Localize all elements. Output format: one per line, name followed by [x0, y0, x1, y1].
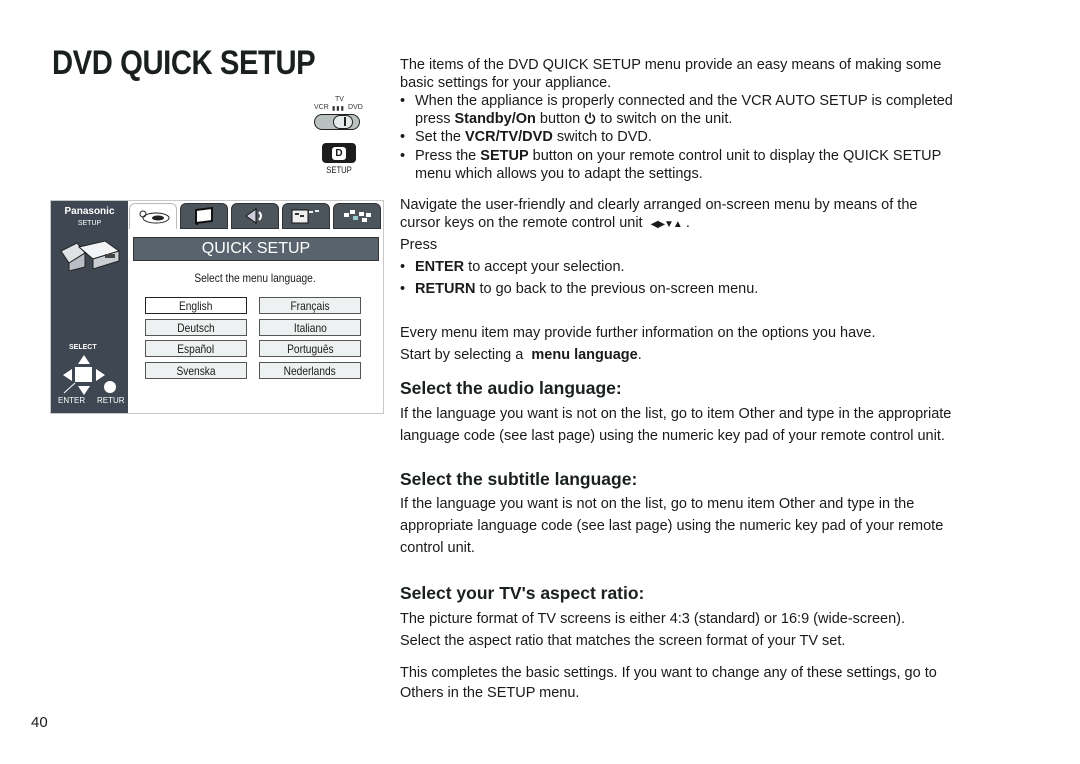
- bullet-dot: •: [400, 93, 406, 109]
- bullet-text: press: [415, 111, 455, 127]
- switch-name: VCR/TV/DVD: [464, 129, 553, 145]
- osd-tab-display[interactable]: [282, 203, 330, 229]
- screen-icon: [195, 207, 213, 225]
- bullet-text: button on your remote control unit to di…: [528, 148, 942, 164]
- navigate-text: cursor keys on the remote control unit: [400, 215, 643, 231]
- language-option-deutsch[interactable]: Deutsch: [145, 319, 247, 336]
- page-number: 40: [31, 714, 48, 731]
- enter-key-name: ENTER: [415, 259, 465, 275]
- bullet-text: Set the: [415, 129, 465, 145]
- cursor-arrows-icon: ◀▶▼▲: [650, 219, 683, 230]
- osd-enter-label: ENTER: [58, 396, 86, 405]
- bullet-text: to accept your selection.: [464, 259, 625, 275]
- audio-language-heading: Select the audio language:: [400, 378, 622, 398]
- language-option-espanol[interactable]: Español: [145, 340, 247, 357]
- closing-text: This completes the basic settings. If yo…: [400, 665, 937, 681]
- bullet-dot: •: [400, 259, 406, 275]
- start-text-part: .: [637, 347, 642, 363]
- osd-sidebar: Panasonic SETUP SELECT ENTER RETUR: [51, 201, 128, 413]
- start-text-part: Start by selecting a: [400, 347, 532, 363]
- navigate-text-line: Navigate the user-friendly and clearly a…: [400, 197, 918, 213]
- bullet-text: When the appliance is properly connected…: [415, 93, 953, 109]
- bullet-text: menu which allows you to adapt the setti…: [415, 166, 703, 182]
- osd-return-label: RETUR: [97, 396, 125, 405]
- bullet-text: button: [535, 111, 585, 127]
- other-settings-icon: [344, 210, 371, 222]
- osd-tab-others[interactable]: [333, 203, 381, 229]
- audio-language-text: If the language you want is not on the l…: [400, 406, 952, 422]
- switch-label-dvd: DVD: [348, 104, 363, 111]
- vcr-tv-dvd-switch-illustration: TV VCR ▮▮▮ DVD: [312, 96, 364, 132]
- osd-tab-bar: [129, 203, 383, 229]
- language-option-portugues[interactable]: Português: [259, 340, 361, 357]
- speaker-icon: [245, 208, 262, 224]
- switch-knob: [333, 115, 353, 129]
- aspect-ratio-heading: Select your TV's aspect ratio:: [400, 583, 645, 603]
- press-label: Press: [400, 237, 438, 253]
- language-option-label: Français: [290, 299, 330, 313]
- osd-tab-audio[interactable]: [231, 203, 279, 229]
- language-option-label: Svenska: [176, 364, 216, 378]
- aspect-ratio-text: Select the aspect ratio that matches the…: [400, 633, 846, 649]
- audio-language-text: language code (see last page) using the …: [400, 428, 945, 444]
- navigate-text: .: [681, 215, 690, 231]
- osd-brand-sub: SETUP: [77, 220, 102, 227]
- switch-track: [314, 114, 360, 130]
- cursor-keys-icon: [63, 355, 116, 395]
- disc-icon: [139, 210, 170, 223]
- language-option-svenska[interactable]: Svenska: [145, 362, 247, 379]
- standby-on-key-name: Standby/On: [454, 111, 536, 127]
- osd-tab-screen[interactable]: [180, 203, 228, 229]
- display-menu-icon: [291, 209, 319, 224]
- setup-key-name: SETUP: [480, 148, 529, 164]
- bullet-dot: •: [400, 281, 406, 297]
- language-option-label: Deutsch: [177, 321, 215, 335]
- setup-key-glyph: D: [332, 146, 346, 160]
- switch-label-tv: TV: [335, 96, 344, 103]
- aspect-ratio-text: The picture format of TV screens is eith…: [400, 611, 906, 627]
- osd-prompt: Select the menu language.: [194, 271, 316, 285]
- switch-ticks: ▮▮▮: [332, 106, 345, 112]
- quick-setup-osd-screenshot: Panasonic SETUP SELECT ENTER RETUR QUICK…: [50, 200, 384, 414]
- subtitle-language-text: control unit.: [400, 540, 475, 556]
- closing-text: Others in the SETUP menu.: [400, 685, 580, 701]
- return-key-name: RETURN: [415, 281, 476, 297]
- dvd-player-icon: [60, 240, 121, 271]
- intro-text-line: basic settings for your appliance.: [400, 75, 612, 91]
- language-option-nederlands[interactable]: Nederlands: [259, 362, 361, 379]
- bullet-dot: •: [400, 148, 406, 164]
- menu-language-term: menu language: [531, 347, 638, 363]
- osd-tab-disc[interactable]: [129, 203, 177, 229]
- bullet-text: switch to DVD.: [552, 129, 652, 145]
- switch-label-vcr: VCR: [314, 104, 329, 111]
- subtitle-language-text: If the language you want is not on the l…: [400, 496, 915, 512]
- power-icon: [584, 111, 596, 124]
- osd-header: QUICK SETUP: [133, 237, 379, 261]
- navigate-text-line: cursor keys on the remote control unit ◀…: [400, 214, 690, 234]
- osd-brand: Panasonic: [64, 206, 115, 217]
- info-text: Every menu item may provide further info…: [400, 325, 876, 341]
- language-option-label: Español: [177, 342, 215, 356]
- language-option-francais[interactable]: Français: [259, 297, 361, 314]
- setup-key: D: [322, 143, 356, 163]
- start-text: Start by selecting a menu language.: [400, 346, 642, 364]
- language-option-italiano[interactable]: Italiano: [259, 319, 361, 336]
- bullet-dot: •: [400, 129, 406, 145]
- language-option-english[interactable]: English: [145, 297, 247, 314]
- intro-text-line: The items of the DVD QUICK SETUP menu pr…: [400, 57, 942, 73]
- language-option-label: Italiano: [293, 321, 327, 335]
- language-option-label: Nederlands: [283, 364, 337, 378]
- page-title: DVD QUICK SETUP: [52, 44, 316, 82]
- language-option-label: Português: [286, 342, 334, 356]
- language-option-label: English: [179, 299, 213, 313]
- osd-select-label: SELECT: [69, 344, 97, 351]
- bullet-text: to go back to the previous on-screen men…: [475, 281, 759, 297]
- setup-key-illustration: D SETUP: [320, 143, 358, 179]
- bullet-text: to switch on the unit.: [596, 111, 733, 127]
- subtitle-language-heading: Select the subtitle language:: [400, 469, 638, 489]
- setup-key-caption: SETUP: [326, 165, 352, 175]
- subtitle-language-text: appropriate language code (see last page…: [400, 518, 944, 534]
- bullet-text: Press the: [415, 148, 481, 164]
